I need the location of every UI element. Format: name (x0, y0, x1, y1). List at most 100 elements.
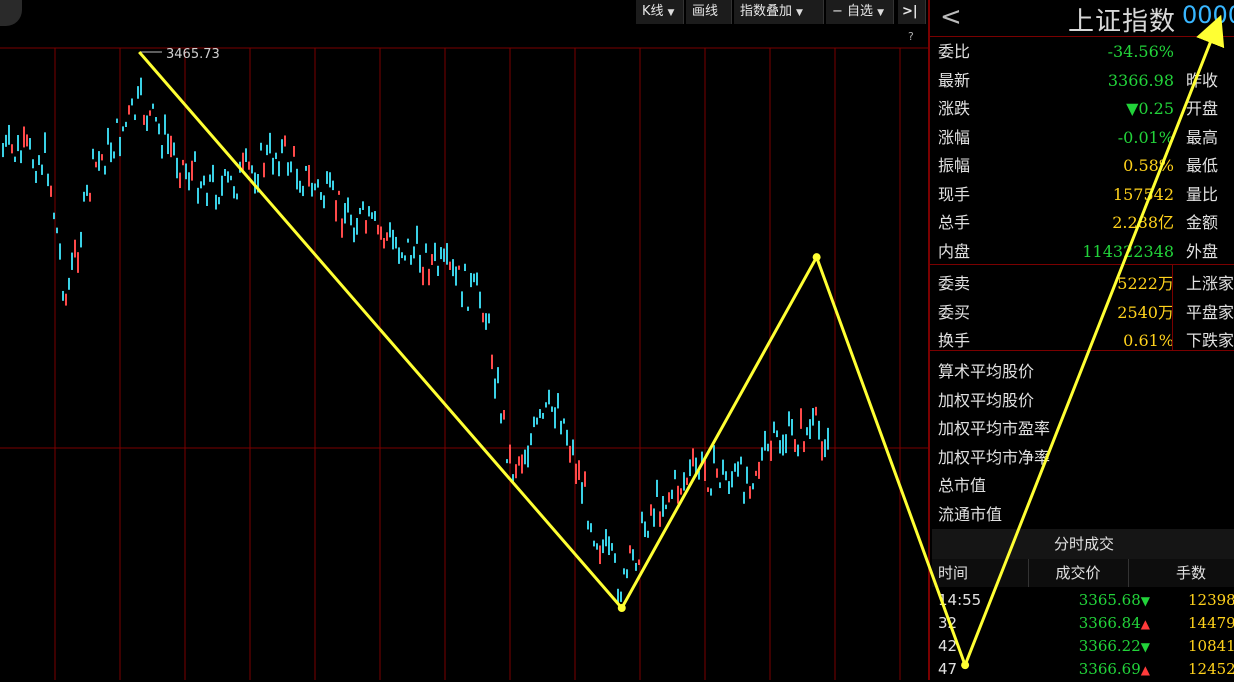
candle (596, 543, 598, 550)
candle (98, 151, 100, 171)
candle (632, 549, 634, 561)
candle (509, 444, 511, 464)
quote-value: 2540万 (1117, 302, 1174, 322)
painting-button[interactable]: 画线 (686, 0, 732, 24)
candle (143, 114, 145, 125)
candle (17, 135, 19, 152)
candle (461, 291, 463, 308)
candle (494, 378, 496, 399)
candle (170, 135, 172, 158)
candle (500, 413, 502, 424)
quote-value: 0.58% (1123, 156, 1174, 175)
tick-row: 47 3366.69▲ 12452 (930, 657, 1234, 681)
candle (791, 419, 793, 436)
candle (629, 545, 631, 554)
candle (308, 164, 310, 187)
candle (299, 180, 301, 193)
candle (230, 175, 232, 181)
watchlist-button[interactable]: − 自选 ▼ (826, 0, 894, 24)
candle (770, 440, 772, 461)
candle (416, 225, 418, 244)
quote-right-label: 平盘家数 (1186, 302, 1234, 322)
price-chart[interactable]: 3465.73 (0, 0, 928, 680)
candle (449, 261, 451, 270)
tick-row: 42 3366.22▼ 10841 (930, 634, 1234, 658)
candle (512, 474, 514, 482)
candle (296, 168, 298, 190)
index-name: 上证指数 (1068, 7, 1177, 37)
indicator-overlay-button[interactable]: 指数叠加 ▼ (734, 0, 824, 24)
candle (317, 179, 319, 188)
candle (80, 231, 82, 248)
candle (788, 411, 790, 427)
candle (713, 445, 715, 464)
menu-round-button[interactable] (0, 0, 22, 26)
candle (545, 402, 547, 408)
candle (539, 409, 541, 419)
candle (38, 155, 40, 166)
candle (47, 173, 49, 187)
col-price: 成交价 (1028, 559, 1128, 587)
down-arrow-icon: ▼ (1140, 640, 1150, 654)
candle (623, 568, 625, 575)
quote-value: 2.288亿 (1112, 213, 1174, 232)
candle (380, 226, 382, 240)
candle (263, 162, 265, 178)
quote-value: 3366.98 (1107, 70, 1174, 90)
candle (578, 460, 580, 480)
candle (665, 504, 667, 510)
candle (614, 553, 616, 563)
candle (257, 173, 259, 193)
col-time: 时间 (932, 559, 1038, 587)
candle (401, 252, 403, 259)
quote-value: 157542 (1112, 184, 1174, 204)
candle (176, 157, 178, 179)
candle (83, 191, 85, 202)
candle (503, 409, 505, 420)
candle (209, 174, 211, 182)
candle (368, 206, 370, 217)
candle (173, 142, 175, 156)
quote-value: ▼0.25 (1126, 99, 1174, 118)
candle (491, 354, 493, 370)
index-code: 0000 (1182, 1, 1234, 29)
candle (323, 195, 325, 209)
candle (716, 468, 718, 478)
peak-price-label: 3465.73 (166, 47, 220, 62)
candle (779, 440, 781, 454)
quote-right-label: 昨收 (1186, 70, 1219, 90)
candle (476, 272, 478, 286)
quote-label: 委卖 (938, 274, 971, 293)
candle (212, 164, 214, 183)
candle (458, 265, 460, 270)
candle (479, 291, 481, 309)
candle (362, 201, 364, 210)
candle (233, 186, 235, 199)
candle (347, 197, 349, 213)
candle (74, 239, 76, 258)
candle (110, 142, 112, 163)
panel-header: < 上证指数 0000 (930, 0, 1234, 37)
candle (32, 159, 34, 169)
candle (671, 489, 673, 499)
kline-button[interactable]: K线 ▼ (636, 0, 684, 24)
chevron-left-icon[interactable]: < (940, 2, 962, 32)
candle (302, 185, 304, 197)
chevron-down-icon: ▼ (877, 8, 884, 18)
candle (344, 203, 346, 224)
candle (776, 430, 778, 438)
candle (179, 172, 181, 189)
candle (242, 152, 244, 170)
help-mark[interactable]: ? (908, 30, 914, 43)
candle (452, 259, 454, 277)
collapse-panel-button[interactable]: >| (898, 0, 926, 24)
indicator-label: 指数叠加 (740, 4, 793, 19)
candle (272, 157, 274, 175)
candle (731, 471, 733, 488)
minus-icon: − (832, 4, 843, 19)
candle (5, 134, 7, 147)
candle (527, 445, 529, 468)
candle (164, 114, 166, 135)
kline-label: K线 (642, 4, 664, 19)
candle (269, 132, 271, 154)
